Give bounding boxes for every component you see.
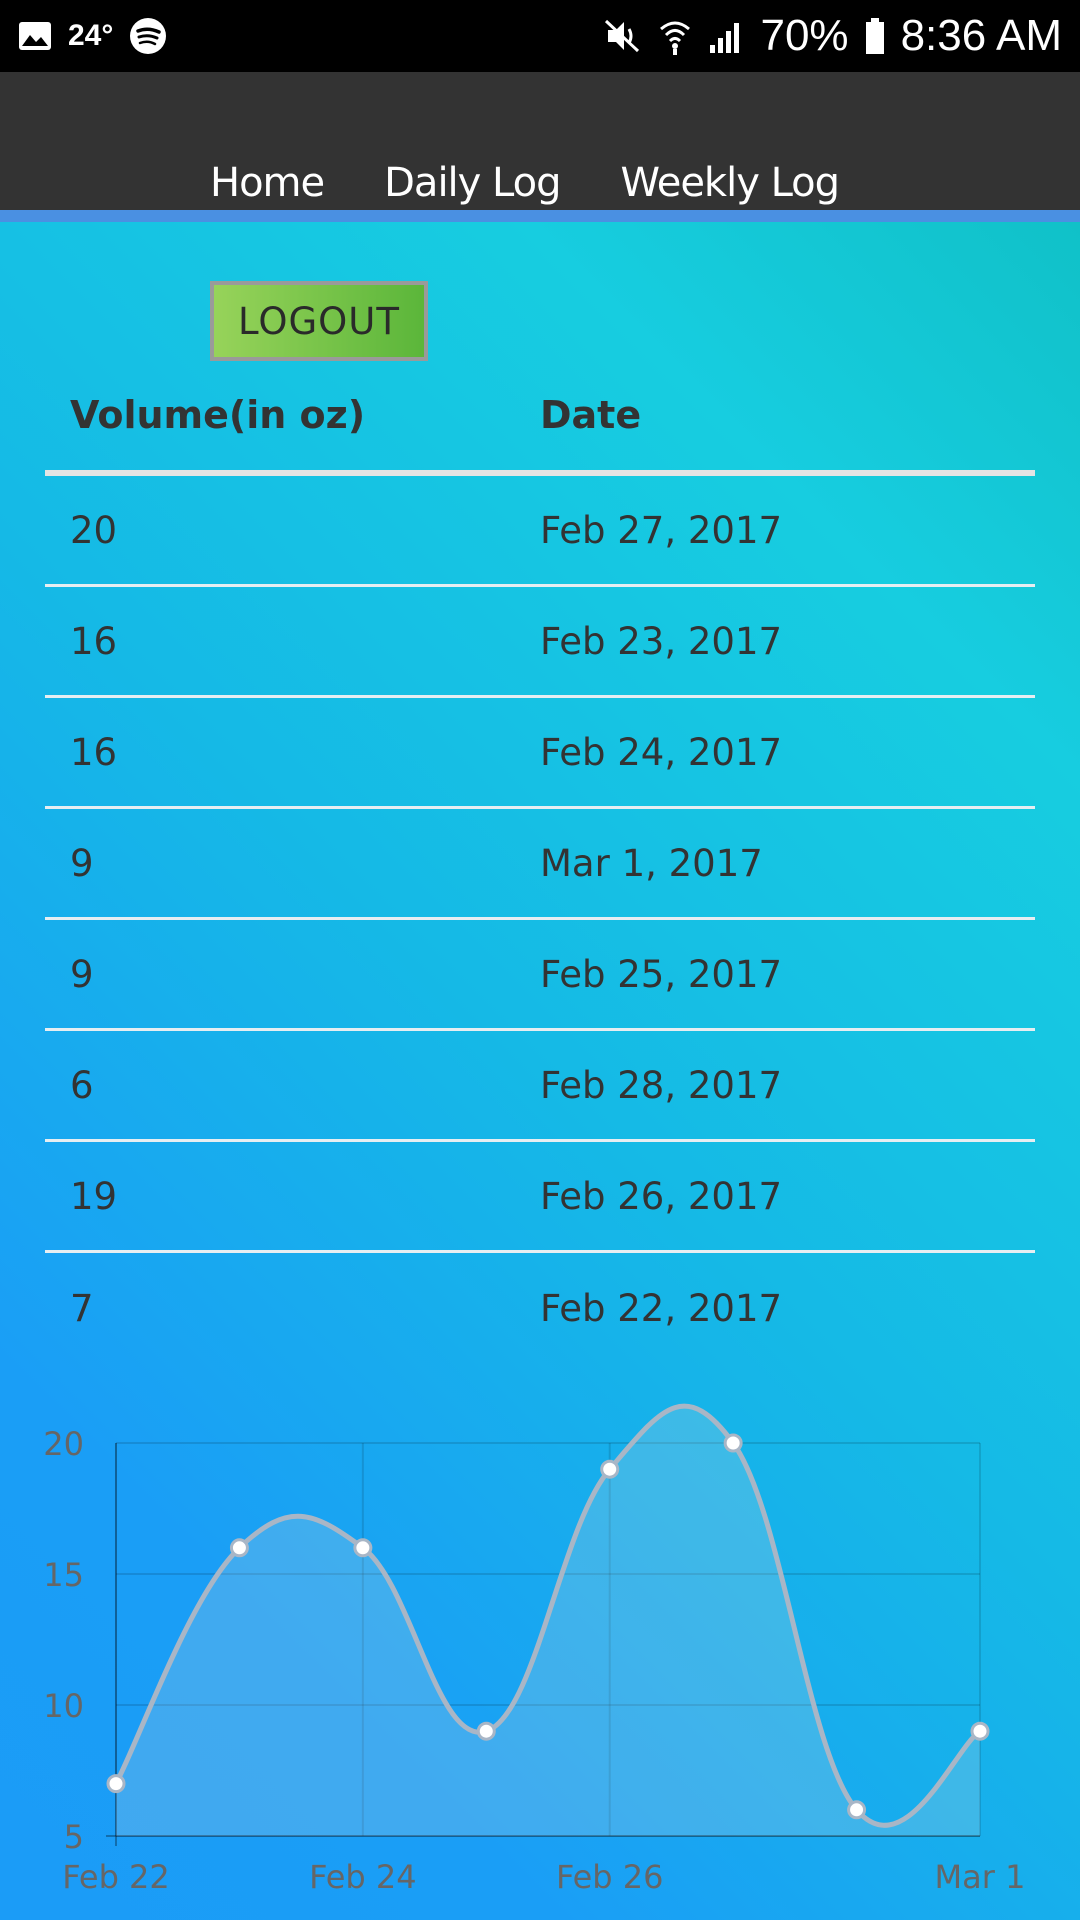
image-icon: [18, 21, 52, 51]
status-bar: 24° 70% 8:36 AM: [0, 0, 1080, 72]
x-tick-label: Mar 1: [935, 1858, 1026, 1896]
battery-percent: 70%: [760, 11, 849, 60]
volume-cell: 7: [70, 1287, 94, 1330]
date-column-header: Date: [540, 393, 642, 437]
nav-home-link[interactable]: Home: [210, 160, 325, 206]
data-point: [723, 1433, 743, 1453]
volume-cell: 16: [70, 730, 118, 774]
volume-cell: 9: [70, 952, 94, 996]
volume-cell: 6: [70, 1063, 94, 1107]
data-point: [106, 1774, 126, 1794]
temperature-text: 24°: [68, 19, 114, 52]
table-row: 9 Feb 25, 2017: [45, 920, 1035, 1031]
nav-weekly-log-link[interactable]: Weekly Log: [621, 160, 841, 206]
table-row: 6 Feb 28, 2017: [45, 1031, 1035, 1142]
volume-column-header: Volume(in oz): [70, 393, 366, 437]
table-row: 20 Feb 27, 2017: [45, 476, 1035, 587]
table-header: Volume(in oz) Date: [45, 360, 1035, 476]
data-point: [847, 1800, 867, 1820]
nav-daily-log-link[interactable]: Daily Log: [384, 160, 561, 206]
x-tick-label: Feb 26: [556, 1858, 664, 1896]
logout-button[interactable]: LOGOUT: [210, 281, 428, 361]
table-row: 19 Feb 26, 2017: [45, 1142, 1035, 1253]
y-tick-label: 15: [43, 1556, 84, 1594]
data-point: [970, 1721, 990, 1741]
y-tick-label: 20: [43, 1425, 84, 1463]
table-row: 7 Feb 22, 2017: [45, 1253, 1035, 1364]
table-row: 16 Feb 23, 2017: [45, 587, 1035, 698]
header-divider: [0, 210, 1080, 222]
volume-table: Volume(in oz) Date 20 Feb 27, 2017 16 Fe…: [45, 360, 1035, 1364]
spotify-icon: [129, 17, 167, 55]
x-tick-label: Feb 22: [62, 1858, 170, 1896]
clock-text: 8:36 AM: [900, 11, 1062, 60]
battery-icon: [865, 17, 885, 55]
volume-cell: 19: [70, 1174, 118, 1218]
date-cell: Feb 23, 2017: [540, 619, 783, 663]
date-cell: Feb 28, 2017: [540, 1063, 783, 1107]
data-point: [229, 1538, 249, 1558]
date-cell: Feb 24, 2017: [540, 730, 783, 774]
date-cell: Feb 26, 2017: [540, 1174, 783, 1218]
x-tick-label: Feb 24: [309, 1858, 417, 1896]
data-point: [600, 1459, 620, 1479]
date-cell: Feb 27, 2017: [540, 508, 783, 552]
data-point: [353, 1538, 373, 1558]
volume-cell: 9: [70, 841, 94, 885]
date-cell: Mar 1, 2017: [540, 841, 763, 885]
wifi-icon: [658, 17, 692, 55]
top-nav: Home Daily Log Weekly Log: [210, 160, 841, 206]
date-cell: Feb 22, 2017: [540, 1287, 783, 1330]
table-row: 16 Feb 24, 2017: [45, 698, 1035, 809]
y-tick-label: 5: [64, 1818, 84, 1856]
volume-chart: 5 10 15 20 Feb 22 Feb 24 Feb 26 Mar 1: [43, 1403, 1026, 1896]
signal-icon: [708, 19, 744, 53]
mute-icon: [602, 17, 642, 55]
volume-cell: 20: [70, 508, 118, 552]
date-cell: Feb 25, 2017: [540, 952, 783, 996]
table-row: 9 Mar 1, 2017: [45, 809, 1035, 920]
y-tick-label: 10: [43, 1687, 84, 1725]
data-point: [476, 1721, 496, 1741]
volume-cell: 16: [70, 619, 118, 663]
